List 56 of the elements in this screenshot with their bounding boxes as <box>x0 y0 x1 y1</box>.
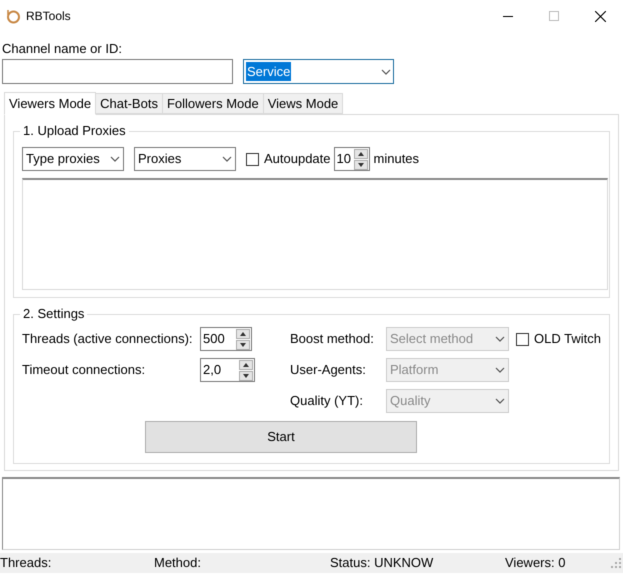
maximize-icon <box>549 11 559 21</box>
up-arrow-icon <box>358 152 364 156</box>
chevron-down-icon <box>222 156 232 162</box>
status-text: Threads: <box>0 555 52 570</box>
checkbox[interactable] <box>516 332 529 346</box>
spin-down-button[interactable] <box>236 340 250 350</box>
spin-up-button[interactable] <box>236 328 250 338</box>
tab[interactable]: Viewers Mode <box>4 92 96 115</box>
spin-up-button[interactable] <box>239 360 253 370</box>
spinner-value: 500 <box>203 330 225 348</box>
dropdown[interactable]: Proxies <box>134 147 236 171</box>
up-arrow-icon <box>240 332 246 336</box>
field-label: Boost method: <box>290 330 375 348</box>
tab[interactable]: Chat-Bots <box>95 93 163 114</box>
status-text: Status: UNKNOW <box>330 555 434 570</box>
spinner-value: 2,0 <box>203 361 222 380</box>
dropdown[interactable]: Type proxies <box>22 147 124 171</box>
tab[interactable]: Views Mode <box>262 93 344 114</box>
down-arrow-icon <box>240 342 246 346</box>
spin-down-button[interactable] <box>354 160 368 170</box>
spin-up-button[interactable] <box>354 148 368 158</box>
checkbox-label: Autoupdate <box>264 150 331 168</box>
chevron-down-icon <box>495 398 505 404</box>
field-label: Channel name or ID: <box>2 40 123 58</box>
down-arrow-icon <box>358 162 364 166</box>
log-text-area[interactable] <box>2 477 620 550</box>
chevron-down-icon <box>381 68 391 74</box>
window-title: RBTools <box>26 8 71 25</box>
down-arrow-icon <box>243 374 249 378</box>
field-label: User-Agents: <box>290 361 367 380</box>
chevron-down-icon <box>495 336 505 342</box>
group-title: 2. Settings <box>20 306 88 322</box>
start-button[interactable]: Start <box>145 421 417 453</box>
number-spinner[interactable]: 2,0 <box>200 358 255 382</box>
tab[interactable]: Followers Mode <box>162 93 264 114</box>
service-dropdown[interactable]: Service <box>243 59 394 84</box>
number-spinner[interactable]: 10 <box>334 147 370 171</box>
field-label: Timeout connections: <box>22 361 146 380</box>
checkbox[interactable] <box>246 152 259 166</box>
close-icon <box>594 10 606 22</box>
chevron-down-icon <box>495 367 505 373</box>
number-spinner[interactable]: 500 <box>200 327 252 351</box>
unit-label: minutes <box>374 150 420 168</box>
checkbox-label: OLD Twitch <box>534 330 601 348</box>
spinner-value: 10 <box>336 150 351 168</box>
group-title: 1. Upload Proxies <box>20 123 129 139</box>
resize-grip-icon <box>611 558 621 568</box>
up-arrow-icon <box>243 362 249 366</box>
field-label: Quality (YT): <box>290 392 364 410</box>
status-text: Method: <box>154 555 201 570</box>
spin-down-button[interactable] <box>239 370 253 380</box>
channel-input-field[interactable] <box>2 59 233 84</box>
status-text: Viewers: 0 <box>505 555 566 570</box>
app-logo-icon <box>5 8 21 24</box>
chevron-down-icon <box>110 156 120 162</box>
field-label: Threads (active connections): <box>22 330 193 348</box>
